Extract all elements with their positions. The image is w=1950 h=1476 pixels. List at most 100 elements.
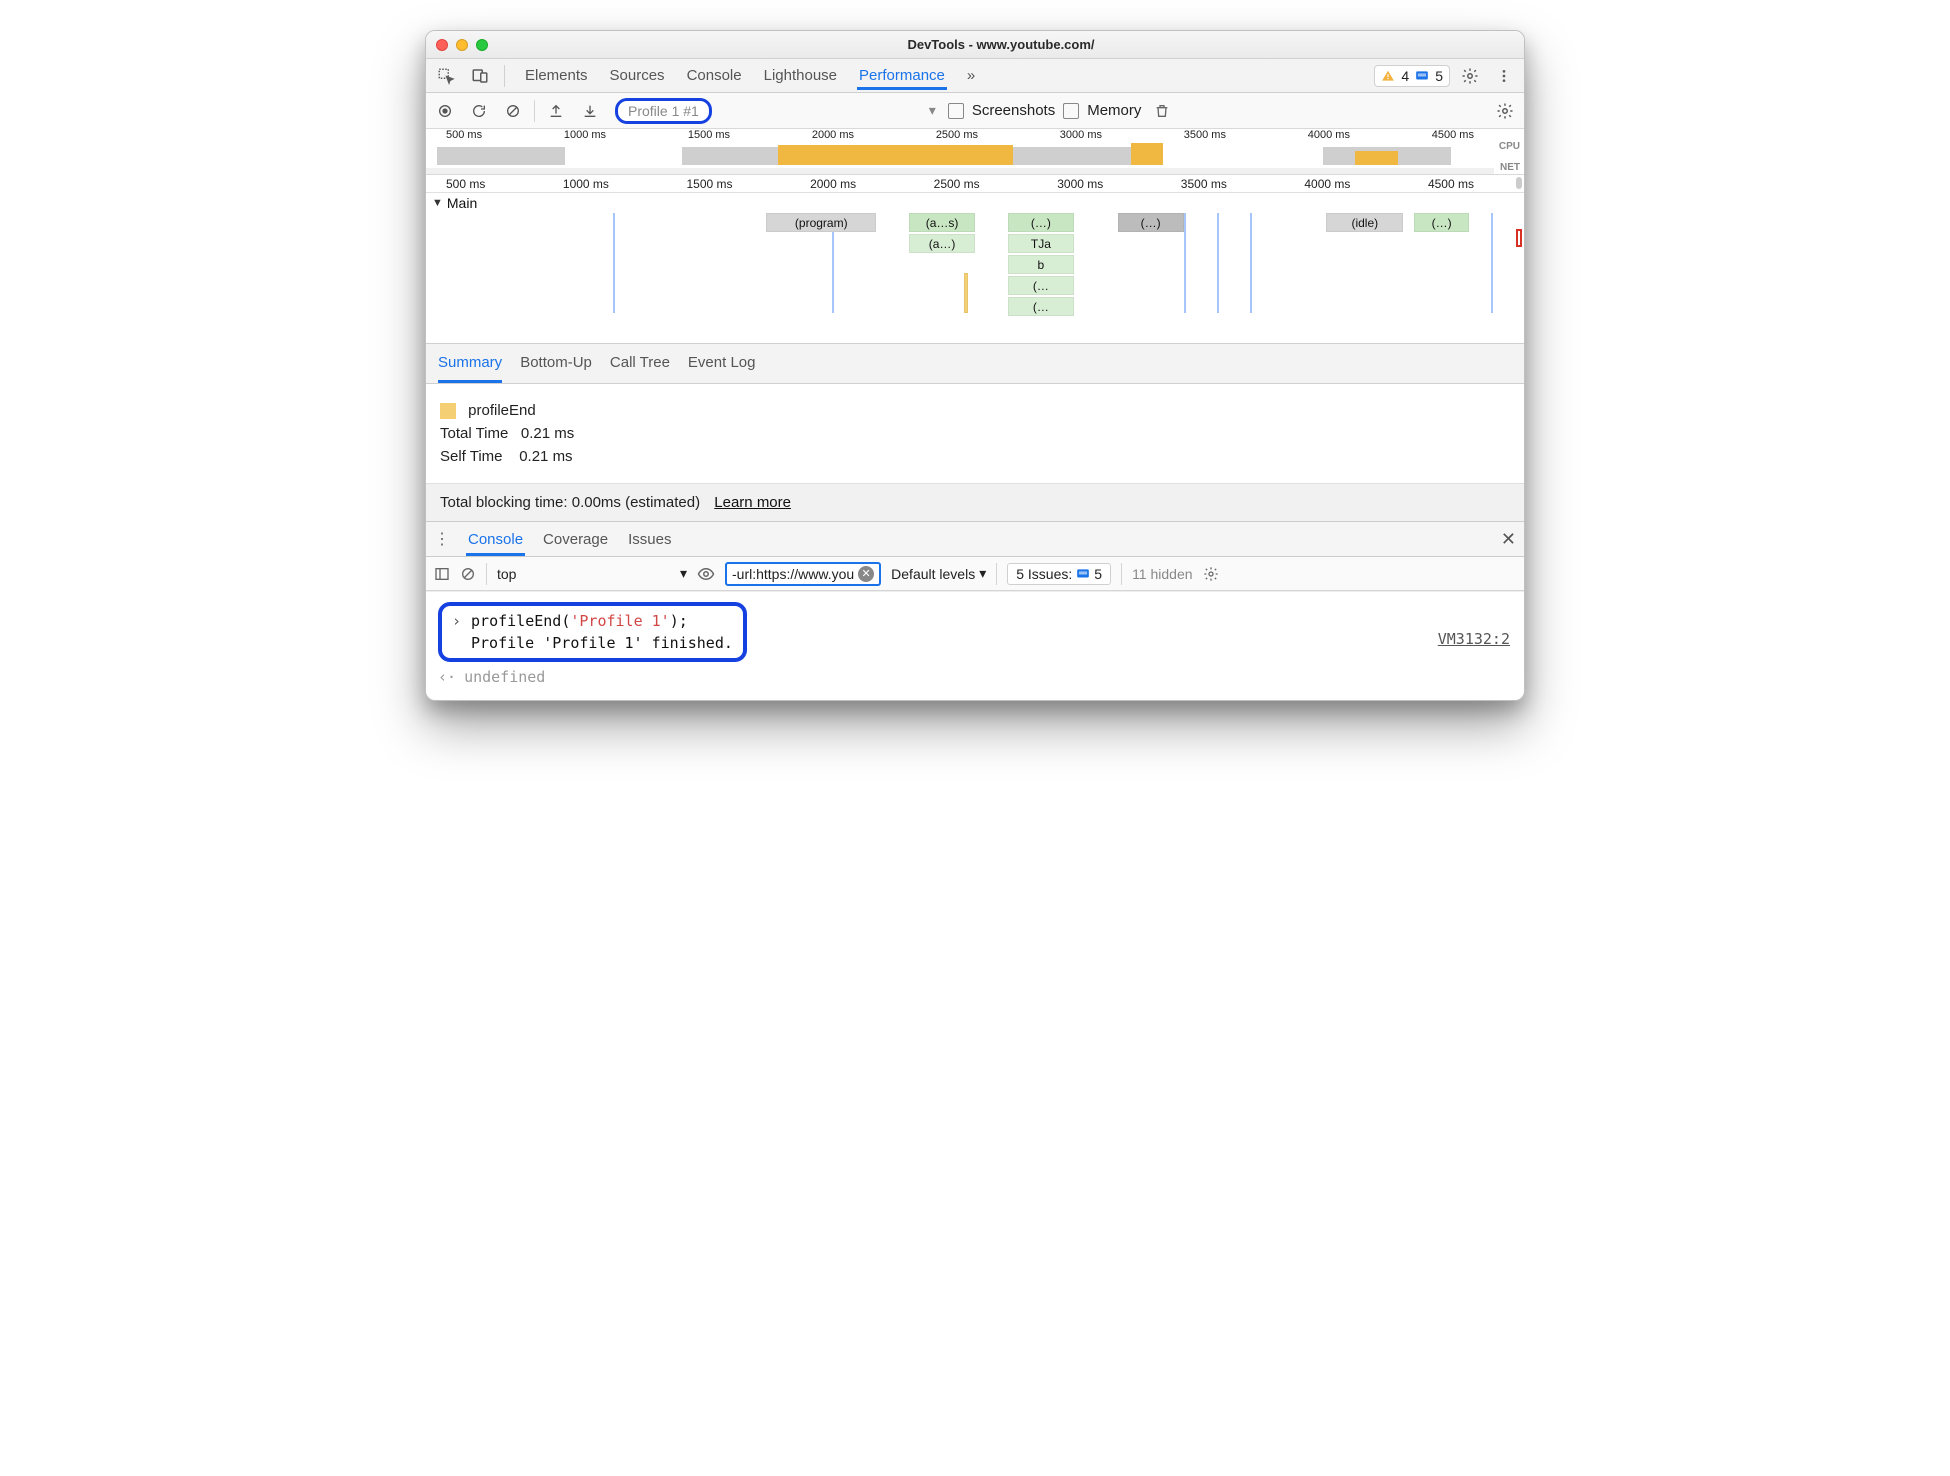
self-time-label: Self Time: [440, 448, 503, 465]
source-link[interactable]: VM3132:2: [1438, 630, 1510, 648]
flame-cell[interactable]: (a…): [909, 234, 975, 253]
drawer-tab-coverage[interactable]: Coverage: [541, 523, 610, 556]
warning-count: 4: [1401, 68, 1409, 84]
kebab-menu-icon[interactable]: [1490, 62, 1518, 90]
net-graph: [426, 168, 1494, 174]
drawer-tabstrip: ⋮ Console Coverage Issues ✕: [426, 521, 1524, 557]
tbt-text: Total blocking time: 0.00ms (estimated): [440, 494, 700, 511]
capture-settings-icon[interactable]: [1492, 98, 1518, 124]
issues-badge[interactable]: 4 5: [1374, 65, 1450, 87]
long-task-marker-icon: [1516, 229, 1522, 247]
drawer-tab-console[interactable]: Console: [466, 523, 525, 556]
console-input-line: profileEnd('Profile 1');: [471, 612, 688, 630]
close-window-icon[interactable]: [436, 39, 448, 51]
timeline-overview[interactable]: 500 ms1000 ms1500 ms2000 ms2500 ms3000 m…: [426, 129, 1524, 175]
clear-console-icon[interactable]: [460, 566, 476, 582]
tabs-overflow[interactable]: »: [965, 61, 977, 90]
performance-toolbar: Profile 1 #1 ▾ Screenshots Memory: [426, 93, 1524, 129]
memory-checkbox[interactable]: Memory: [1063, 102, 1141, 119]
context-selector[interactable]: top ▾: [497, 565, 687, 582]
flame-cell[interactable]: (…): [1414, 213, 1469, 232]
flame-cell[interactable]: (idle): [1326, 213, 1403, 232]
zoom-window-icon[interactable]: [476, 39, 488, 51]
chevron-down-icon[interactable]: ▾: [929, 102, 940, 119]
inspect-element-icon[interactable]: [432, 62, 460, 90]
self-time-value: 0.21 ms: [519, 448, 572, 465]
download-icon[interactable]: [577, 98, 603, 124]
clear-filter-icon[interactable]: ✕: [858, 566, 874, 582]
chevron-down-icon: ▾: [680, 565, 687, 582]
tbt-learn-more-link[interactable]: Learn more: [714, 494, 791, 511]
flame-ruler[interactable]: 500 ms1000 ms1500 ms2000 ms2500 ms3000 m…: [426, 175, 1524, 193]
flame-cell[interactable]: (program): [766, 213, 876, 232]
flame-cell[interactable]: (a…s): [909, 213, 975, 232]
flame-cell[interactable]: (…): [1118, 213, 1184, 232]
devtools-window: DevTools - www.youtube.com/ Elements Sou…: [425, 30, 1525, 701]
flame-cell[interactable]: (…): [1008, 213, 1074, 232]
clear-icon[interactable]: [500, 98, 526, 124]
main-track-header[interactable]: ▼ Main: [426, 193, 1524, 213]
flame-chart[interactable]: (program) (a…s) (…) (…) (idle) (…) (a…) TJa b (… (…: [426, 213, 1524, 343]
context-value: top: [497, 566, 516, 582]
flame-cell[interactable]: (…: [1008, 297, 1074, 316]
cpu-label: CPU: [1499, 141, 1520, 152]
scrollbar-thumb[interactable]: [1516, 177, 1522, 189]
window-controls: [436, 39, 488, 51]
message-count: 5: [1435, 68, 1443, 84]
main-thread-track: ▼ Main (program) (a…s) (…) (…) (idle) (…) (a…)…: [426, 193, 1524, 344]
tab-performance[interactable]: Performance: [857, 61, 947, 90]
filter-value: -url:https://www.you: [732, 566, 854, 582]
summary-panel: profileEnd Total Time 0.21 ms Self Time …: [426, 384, 1524, 483]
flame-cell[interactable]: b: [1008, 255, 1074, 274]
minimize-window-icon[interactable]: [456, 39, 468, 51]
sidebar-toggle-icon[interactable]: [434, 566, 450, 582]
live-expression-icon[interactable]: [697, 565, 715, 583]
device-toggle-icon[interactable]: [466, 62, 494, 90]
settings-icon[interactable]: [1456, 62, 1484, 90]
profile-selector[interactable]: Profile 1 #1: [615, 98, 712, 124]
drawer-close-icon[interactable]: ✕: [1501, 529, 1516, 550]
memory-label: Memory: [1087, 102, 1141, 119]
record-icon[interactable]: [432, 98, 458, 124]
tab-call-tree[interactable]: Call Tree: [610, 354, 670, 383]
event-color-swatch: [440, 403, 456, 419]
tab-console[interactable]: Console: [685, 61, 744, 90]
window-title: DevTools - www.youtube.com/: [488, 37, 1514, 52]
tab-summary[interactable]: Summary: [438, 354, 502, 383]
delete-profile-icon[interactable]: [1149, 98, 1175, 124]
tab-lighthouse[interactable]: Lighthouse: [762, 61, 839, 90]
drawer-tab-issues[interactable]: Issues: [626, 523, 673, 556]
flame-cell[interactable]: TJa: [1008, 234, 1074, 253]
warning-icon: [1381, 69, 1395, 83]
console-output-line: Profile 'Profile 1' finished.: [471, 634, 733, 652]
upload-icon[interactable]: [543, 98, 569, 124]
highlighted-console-lines: › profileEnd('Profile 1'); Profile 'Prof…: [438, 602, 747, 662]
console-filter-input[interactable]: -url:https://www.you ✕: [725, 562, 881, 586]
tab-elements[interactable]: Elements: [523, 61, 590, 90]
console-output[interactable]: › profileEnd('Profile 1'); Profile 'Prof…: [426, 591, 1524, 700]
disclosure-triangle-icon[interactable]: ▼: [432, 197, 443, 209]
log-levels-selector[interactable]: Default levels ▾: [891, 565, 986, 582]
screenshots-label: Screenshots: [972, 102, 1055, 119]
issues-button[interactable]: 5 Issues: 5: [1007, 563, 1111, 585]
total-time-value: 0.21 ms: [521, 425, 574, 442]
console-toolbar: top ▾ -url:https://www.you ✕ Default lev…: [426, 557, 1524, 591]
tab-event-log[interactable]: Event Log: [688, 354, 756, 383]
drawer-menu-icon[interactable]: ⋮: [434, 529, 450, 549]
return-arrow-icon: ‹·: [438, 668, 456, 686]
flame-selected[interactable]: [964, 273, 968, 313]
main-track-label: Main: [447, 195, 477, 211]
tab-sources[interactable]: Sources: [608, 61, 667, 90]
issues-count: 5: [1094, 566, 1102, 582]
profile-selected-label: Profile 1 #1: [628, 103, 699, 119]
console-settings-icon[interactable]: [1203, 566, 1219, 582]
reload-record-icon[interactable]: [466, 98, 492, 124]
total-blocking-time-bar: Total blocking time: 0.00ms (estimated) …: [426, 483, 1524, 521]
issues-label: 5 Issues:: [1016, 566, 1072, 582]
screenshots-checkbox[interactable]: Screenshots: [948, 102, 1055, 119]
tab-bottom-up[interactable]: Bottom-Up: [520, 354, 592, 383]
chevron-down-icon: ▾: [979, 565, 986, 582]
hidden-count: 11 hidden: [1132, 566, 1192, 582]
net-label: NET: [1500, 162, 1520, 173]
flame-cell[interactable]: (…: [1008, 276, 1074, 295]
